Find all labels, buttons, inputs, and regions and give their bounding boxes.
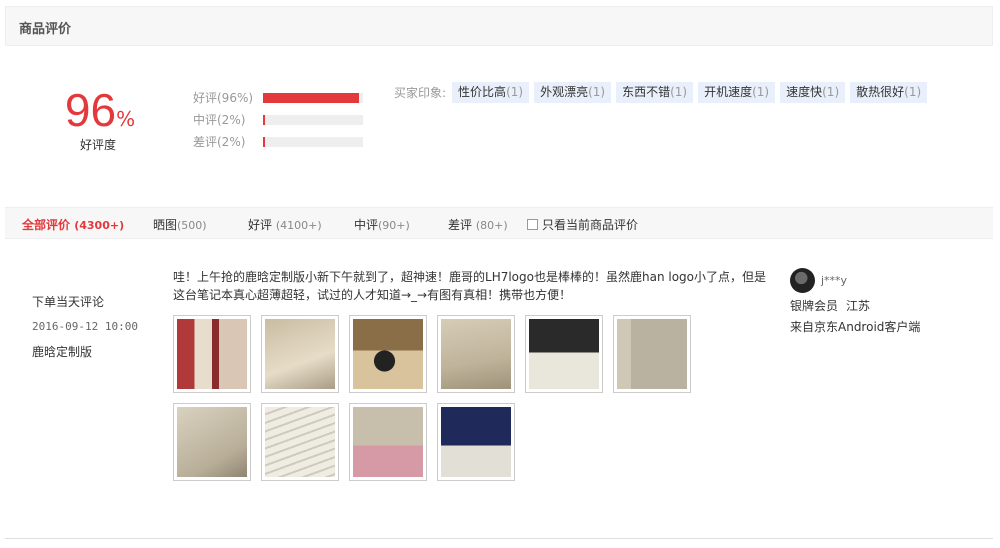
tab-all-reviews[interactable]: 全部评价 (4300+) [22, 216, 124, 233]
photo-boot-screen-image [441, 407, 511, 477]
reviewer-row: j***y [790, 267, 920, 293]
distribution-row-positive: 好评(96%) [193, 88, 373, 110]
tab-count: (80+) [475, 219, 508, 232]
distribution-fill [263, 137, 265, 147]
photo-laptop-edge-image [353, 407, 423, 477]
checkbox-box[interactable] [527, 219, 538, 230]
review-source: 来自京东Android客户端 [790, 320, 921, 334]
review-image-thumb[interactable] [261, 403, 339, 481]
review-image-thumb[interactable] [525, 315, 603, 393]
tab-positive-reviews[interactable]: 好评 (4100+) [248, 216, 322, 233]
tab-negative-reviews[interactable]: 差评 (80+) [448, 216, 508, 233]
distribution-track [263, 137, 363, 147]
checkbox-label: 只看当前商品评价 [542, 218, 639, 232]
impression-tag[interactable]: 开机速度(1) [698, 82, 776, 103]
rating-label: 好评度 [80, 138, 117, 152]
review-meta: 下单当天评论 2016-09-12 10:00 鹿晗定制版 [32, 293, 138, 370]
rating-summary: 96% 好评度 [60, 84, 140, 152]
impression-tag-text: 东西不错 [622, 85, 671, 99]
tab-count: (90+) [378, 219, 410, 232]
photo-laptop-lid-image [265, 319, 335, 389]
tab-neutral-reviews[interactable]: 中评(90+) [354, 216, 410, 233]
avatar[interactable] [790, 267, 815, 293]
tab-label: 差评 [448, 218, 473, 232]
distribution-label: 中评(2%) [193, 113, 246, 127]
reviewer-name: j***y [821, 273, 848, 287]
review-image-thumb[interactable] [437, 315, 515, 393]
only-current-product-checkbox[interactable]: 只看当前商品评价 [527, 216, 638, 233]
review-image-thumb[interactable] [349, 403, 427, 481]
product-variant: 鹿晗定制版 [32, 345, 93, 359]
impression-tag-text: 散热很好 [856, 85, 905, 99]
photo-lid-signature-image [177, 407, 247, 477]
section-divider [5, 538, 993, 539]
tab-label: 晒图 [153, 218, 178, 232]
review-text: 哇！上午抢的鹿晗定制版小新下午就到了，超神速！鹿哥的LH7logo也是棒棒的！虽… [173, 270, 766, 302]
tab-label: 全部评价 [22, 218, 71, 232]
tab-label: 中评 [354, 218, 379, 232]
review-image-thumb[interactable] [349, 315, 427, 393]
buyer-impressions: 买家印象: 性价比高(1) 外观漂亮(1) 东西不错(1) 开机速度(1) 速度… [394, 82, 932, 103]
distribution-row-negative: 差评(2%) [193, 132, 373, 154]
distribution-row-neutral: 中评(2%) [193, 110, 373, 132]
tab-count: (4100+) [275, 219, 322, 232]
section-header: 商品评价 [5, 6, 993, 46]
impression-tag[interactable]: 外观漂亮(1) [534, 82, 612, 103]
review-image-thumb[interactable] [437, 403, 515, 481]
review-date: 2016-09-12 10:00 [32, 320, 138, 333]
impression-tag-count: (1) [752, 85, 770, 99]
impression-tag[interactable]: 速度快(1) [780, 82, 846, 103]
rating-value: 96 [64, 84, 117, 136]
impression-tag-text: 速度快 [786, 85, 823, 99]
impression-tag-count: (1) [506, 85, 524, 99]
photo-box-pink-image [177, 319, 247, 389]
photo-laptop-side-image [617, 319, 687, 389]
tab-count: (500) [177, 219, 207, 232]
review-image-thumb[interactable] [261, 315, 339, 393]
review-filter-bar: 全部评价 (4300+) 晒图(500) 好评 (4100+) 中评(90+) … [5, 207, 993, 239]
impression-tag[interactable]: 散热很好(1) [850, 82, 928, 103]
tab-label: 好评 [248, 218, 273, 232]
distribution-label: 好评(96%) [193, 91, 254, 105]
impression-tag-text: 外观漂亮 [540, 85, 589, 99]
review-timing: 下单当天评论 [32, 295, 105, 309]
photo-lid-logo-image [441, 319, 511, 389]
distribution-track [263, 93, 363, 103]
impression-tag-count: (1) [588, 85, 606, 99]
distribution-label: 差评(2%) [193, 135, 246, 149]
impression-tag[interactable]: 东西不错(1) [616, 82, 694, 103]
review-image-thumb[interactable] [173, 403, 251, 481]
impression-tag-count: (1) [822, 85, 840, 99]
tab-photo-reviews[interactable]: 晒图(500) [153, 216, 207, 233]
reviewer-level-region: 银牌会员 江苏 [790, 297, 920, 314]
photo-laptop-open-image [529, 319, 599, 389]
distribution-fill [263, 115, 265, 125]
member-level: 银牌会员 [790, 299, 839, 313]
tab-count: (4300+) [74, 219, 125, 232]
impression-tag-text: 性价比高 [458, 85, 507, 99]
distribution-track [263, 115, 363, 125]
reviewer-region: 江苏 [846, 299, 871, 313]
reviewer-info: j***y 银牌会员 江苏 来自京东Android客户端 [790, 267, 921, 335]
photo-keyboard-image [265, 407, 335, 477]
section-title: 商品评价 [19, 22, 72, 37]
impression-tag-count: (1) [904, 85, 922, 99]
distribution-fill [263, 93, 359, 103]
review-image-thumb[interactable] [613, 315, 691, 393]
impression-tag-text: 开机速度 [704, 85, 753, 99]
impression-tag-count: (1) [670, 85, 688, 99]
impression-tag[interactable]: 性价比高(1) [452, 82, 530, 103]
review-image-thumb[interactable] [173, 315, 251, 393]
rating-unit: % [116, 107, 136, 131]
rating-distribution: 好评(96%) 中评(2%) 差评(2%) [193, 88, 373, 154]
photo-charger-image [353, 319, 423, 389]
impressions-label: 买家印象: [394, 86, 447, 100]
